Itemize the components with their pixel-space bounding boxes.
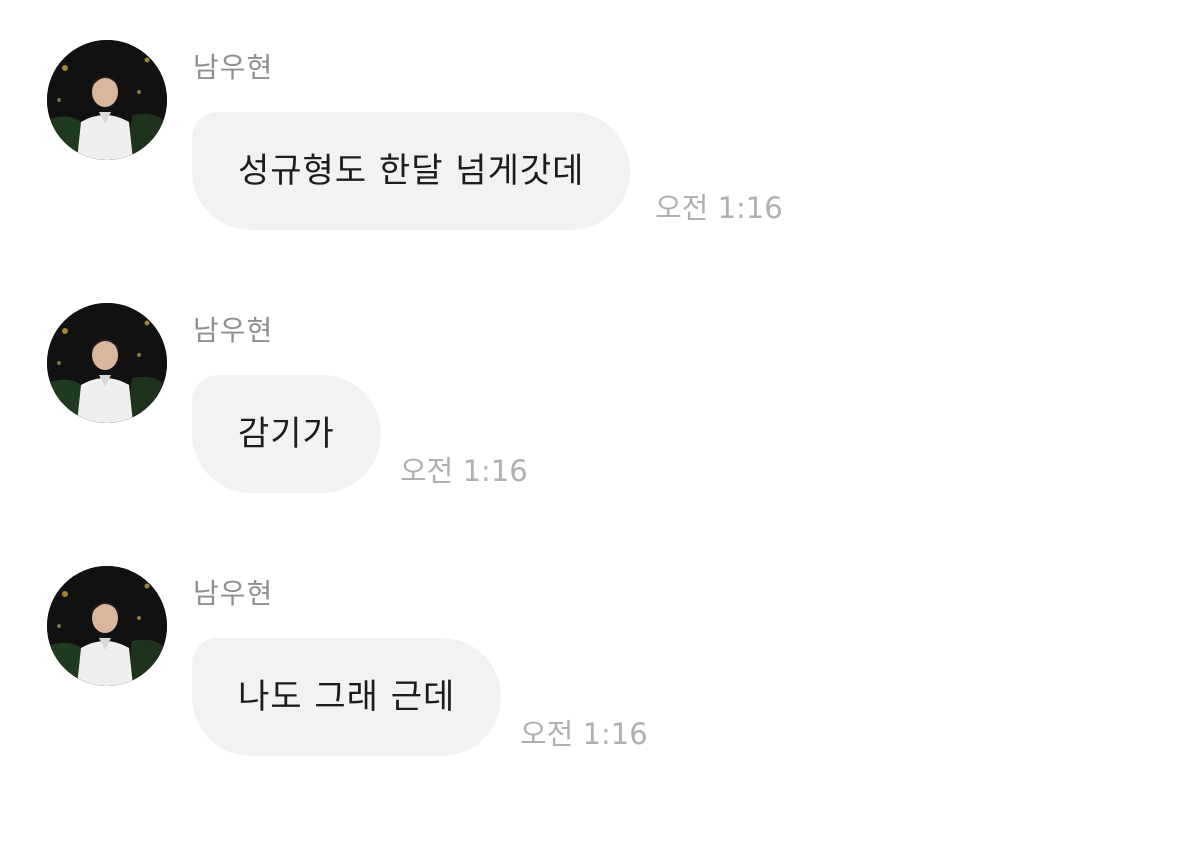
message-group: 남우현 성규형도 한달 넘게갓데 오전 1:16	[0, 0, 1200, 230]
profile-photo-icon	[47, 40, 167, 160]
message-bubble[interactable]: 나도 그래 근데	[192, 638, 502, 756]
profile-photo-icon	[47, 303, 167, 423]
message-text: 성규형도 한달 넘게갓데	[238, 151, 585, 191]
message-group: 남우현 나도 그래 근데 오전 1:16	[0, 526, 1200, 756]
sender-name: 남우현	[193, 577, 274, 610]
profile-photo-icon	[47, 566, 167, 686]
sender-name: 남우현	[193, 314, 274, 347]
avatar[interactable]	[47, 40, 167, 160]
avatar[interactable]	[47, 303, 167, 423]
message-text: 나도 그래 근데	[238, 677, 456, 717]
message-timestamp: 오전 1:16	[655, 191, 783, 225]
message-timestamp: 오전 1:16	[400, 454, 528, 488]
message-bubble[interactable]: 감기가	[192, 375, 381, 493]
message-group: 남우현 감기가 오전 1:16	[0, 263, 1200, 493]
message-timestamp: 오전 1:16	[520, 717, 648, 751]
avatar[interactable]	[47, 566, 167, 686]
message-bubble[interactable]: 성규형도 한달 넘게갓데	[192, 112, 631, 230]
message-text: 감기가	[238, 414, 335, 454]
sender-name: 남우현	[193, 51, 274, 84]
